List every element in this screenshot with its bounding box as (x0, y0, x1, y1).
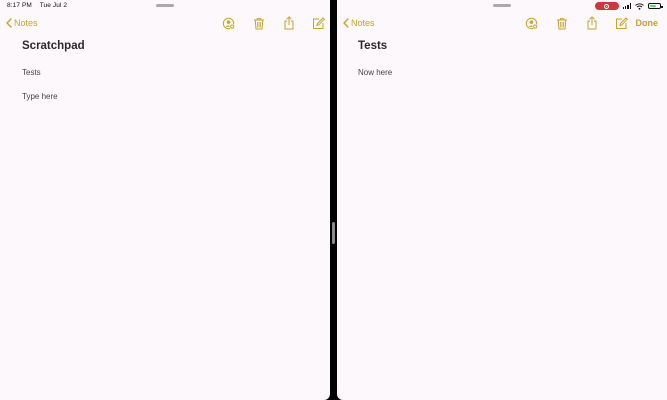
note-title[interactable]: Tests (358, 40, 387, 52)
wifi-icon (635, 2, 644, 10)
battery-icon (648, 3, 663, 9)
compose-icon[interactable] (312, 16, 325, 30)
back-button[interactable]: Notes (6, 18, 38, 28)
back-button-label: Notes (14, 18, 38, 28)
status-bar: 8:17 PM Tue Jul 2 (7, 2, 73, 9)
navigation-bar: Notes (337, 15, 667, 33)
note-line[interactable]: Type here (22, 92, 58, 101)
status-indicators (594, 1, 663, 11)
note-line[interactable]: Tests (22, 68, 41, 77)
add-person-icon[interactable] (525, 16, 538, 30)
trash-icon[interactable] (555, 16, 568, 30)
multitasking-grabber[interactable] (493, 4, 511, 7)
share-icon[interactable] (282, 16, 295, 30)
share-icon[interactable] (585, 16, 598, 30)
left-split-pane: 8:17 PM Tue Jul 2 Notes Scratchpad Tests… (0, 0, 330, 400)
cellular-signal-icon (622, 3, 631, 9)
back-button-label: Notes (351, 18, 375, 28)
navigation-bar: Notes (0, 15, 330, 33)
status-date: Tue Jul 2 (39, 2, 68, 9)
trash-icon[interactable] (252, 16, 265, 30)
split-view-divider[interactable] (331, 222, 336, 244)
chevron-left-icon (343, 18, 349, 28)
done-button[interactable]: Done (636, 18, 659, 28)
chevron-left-icon (6, 18, 12, 28)
note-line[interactable]: Now here (358, 68, 392, 77)
back-button[interactable]: Notes (343, 18, 375, 28)
multitasking-grabber[interactable] (156, 4, 174, 7)
note-title[interactable]: Scratchpad (22, 40, 85, 52)
right-split-pane: Notes Done Tests Now here (337, 0, 667, 400)
record-icon (604, 3, 610, 9)
add-person-icon[interactable] (222, 16, 235, 30)
screen-recording-indicator[interactable] (594, 2, 619, 10)
status-time: 8:17 PM (7, 2, 32, 9)
compose-icon[interactable] (615, 16, 628, 30)
